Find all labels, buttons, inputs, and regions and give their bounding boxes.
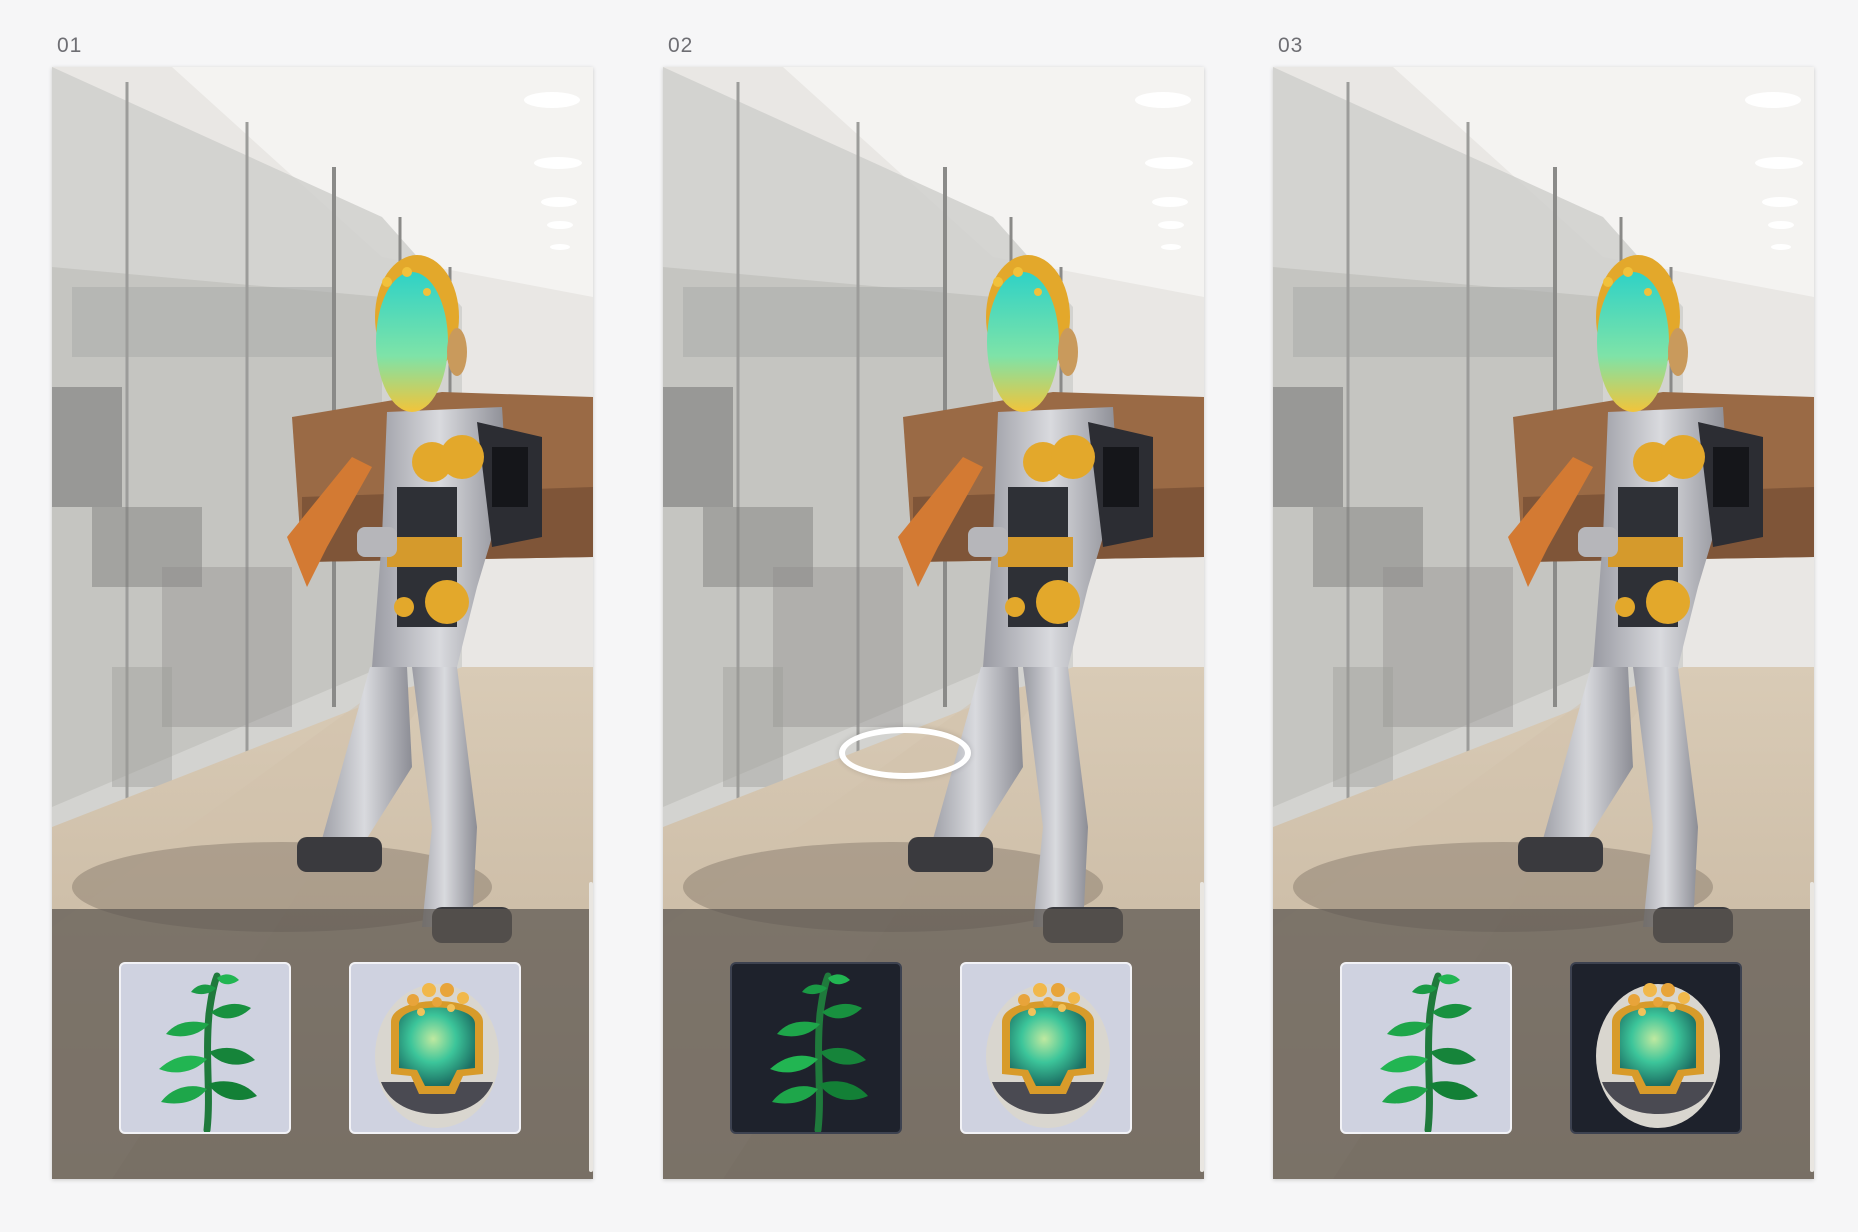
scroll-indicator bbox=[1200, 882, 1204, 1172]
egg-tile[interactable] bbox=[1570, 962, 1742, 1134]
plant-tile[interactable] bbox=[1340, 962, 1512, 1134]
frame-label: 02 bbox=[668, 34, 694, 57]
plant-tile[interactable] bbox=[730, 962, 902, 1134]
plant-icon bbox=[159, 972, 257, 1132]
plant-icon bbox=[770, 972, 868, 1132]
scroll-indicator bbox=[589, 882, 593, 1172]
egg-icon bbox=[1596, 983, 1720, 1128]
plant-tile[interactable] bbox=[119, 962, 291, 1134]
ar-camera-screen-1[interactable] bbox=[52, 67, 593, 1179]
frame-label: 03 bbox=[1278, 34, 1304, 57]
ar-camera-screen-2[interactable] bbox=[663, 67, 1204, 1179]
egg-tile[interactable] bbox=[349, 962, 521, 1134]
scroll-indicator bbox=[1810, 882, 1814, 1172]
plant-icon bbox=[1380, 972, 1478, 1132]
ar-camera-screen-3[interactable] bbox=[1273, 67, 1814, 1179]
placement-reticle bbox=[839, 727, 971, 779]
egg-icon bbox=[986, 983, 1110, 1128]
egg-tile[interactable] bbox=[960, 962, 1132, 1134]
frame-label: 01 bbox=[57, 34, 83, 57]
item-tray bbox=[663, 909, 1204, 1179]
item-tray bbox=[1273, 909, 1814, 1179]
item-tray bbox=[52, 909, 593, 1179]
egg-icon bbox=[375, 983, 499, 1128]
